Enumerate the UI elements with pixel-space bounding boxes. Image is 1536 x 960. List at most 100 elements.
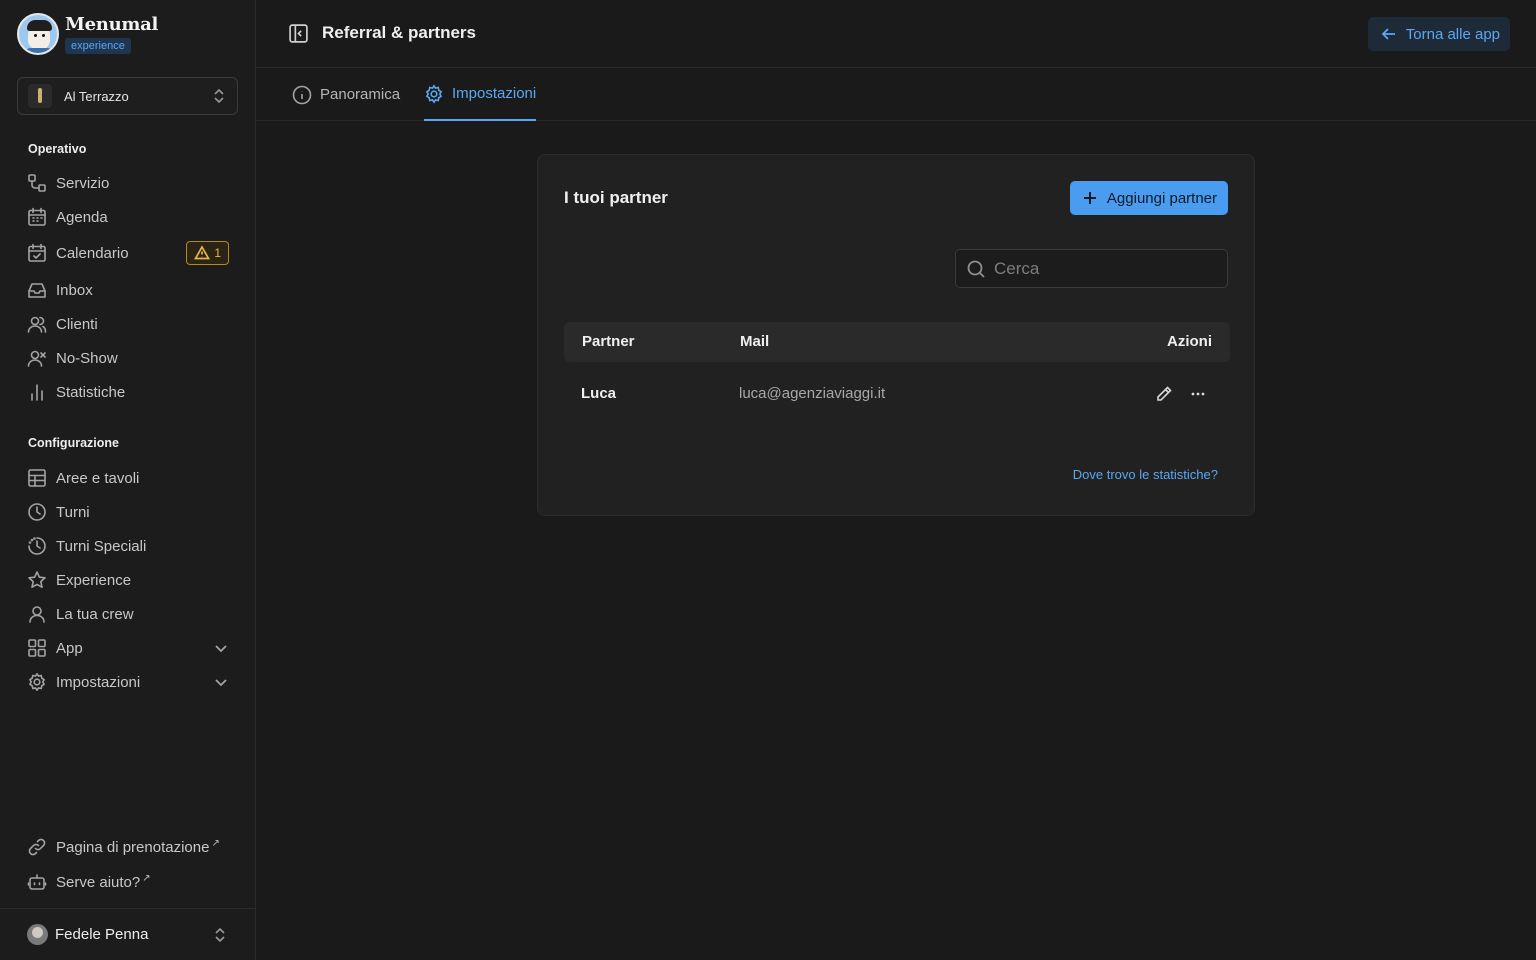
sidebar-item-serve-aiuto[interactable]: Serve aiuto? ↗ — [27, 867, 229, 897]
column-header-azioni: Azioni — [1167, 333, 1212, 350]
bar-chart-icon — [27, 382, 49, 402]
sidebar-item-label: Pagina di prenotazione — [56, 839, 210, 856]
venue-name: Al Terrazzo — [64, 88, 129, 104]
sidebar-item-la-tua-crew[interactable]: La tua crew — [27, 599, 229, 629]
sidebar-item-turni[interactable]: Turni — [27, 497, 229, 527]
link-icon — [27, 837, 49, 857]
sidebar-item-calendario[interactable]: Calendario 1 — [27, 238, 229, 268]
sidebar-item-no-show[interactable]: No-Show — [27, 343, 229, 373]
sidebar-item-servizio[interactable]: Servizio — [27, 168, 229, 198]
sidebar-item-label: La tua crew — [56, 605, 134, 623]
cell-partner: Luca — [581, 385, 617, 402]
table-icon — [27, 468, 49, 488]
card-title: I tuoi partner — [564, 188, 668, 207]
grid-icon — [27, 638, 49, 658]
user-x-icon — [27, 348, 49, 368]
service-icon — [27, 173, 49, 193]
sidebar-collapse-icon[interactable] — [288, 23, 309, 44]
sidebar-item-pagina-di-prenotazione[interactable]: Pagina di prenotazione ↗ — [27, 832, 229, 862]
sidebar-item-app[interactable]: App — [27, 633, 229, 663]
sidebar-item-label: Turni Speciali — [56, 537, 147, 555]
tab-panoramica[interactable]: Panoramica — [292, 68, 400, 121]
sidebar-item-label: Inbox — [56, 281, 93, 299]
inbox-icon — [27, 280, 49, 300]
user-name: Fedele Penna — [55, 926, 149, 943]
chevron-updown-icon — [212, 927, 228, 943]
tab-bar: Panoramica Impostazioni — [256, 68, 1536, 121]
plus-icon — [1081, 189, 1099, 207]
bot-icon — [27, 872, 49, 892]
cell-mail: luca@agenziaviaggi.it — [739, 385, 886, 402]
sidebar-item-label: Servizio — [56, 174, 110, 192]
top-bar: Referral & partners Torna alle app — [256, 0, 1536, 68]
brand-name: Menumal — [65, 14, 158, 35]
sidebar-item-label: Clienti — [56, 315, 98, 333]
stats-help-link[interactable]: Dove trovo le statistiche? — [1073, 467, 1218, 482]
search-box — [955, 249, 1228, 288]
gear-icon — [424, 83, 444, 104]
sidebar-item-label: App — [56, 639, 83, 657]
avatar — [27, 924, 48, 945]
brand[interactable]: Menumal experience — [17, 13, 158, 55]
external-link-icon: ↗ — [142, 873, 151, 884]
section-title-configurazione: Configurazione — [28, 436, 119, 450]
clock-icon — [27, 502, 49, 522]
external-link-icon: ↗ — [211, 838, 220, 849]
sidebar-item-statistiche[interactable]: Statistiche — [27, 377, 229, 407]
page-title: Referral & partners — [322, 23, 477, 42]
warning-count: 1 — [214, 246, 221, 260]
sidebar-item-label: Aree e tavoli — [56, 469, 140, 487]
search-input[interactable] — [994, 258, 1217, 279]
brand-badge: experience — [65, 38, 131, 54]
clock-dashed-icon — [27, 536, 49, 556]
back-to-apps-button[interactable]: Torna alle app — [1367, 17, 1510, 51]
sidebar-item-agenda[interactable]: Agenda — [27, 202, 229, 232]
add-partner-button[interactable]: Aggiungi partner — [1069, 181, 1228, 215]
warning-badge[interactable]: 1 — [186, 241, 229, 265]
chevron-down-icon[interactable] — [213, 640, 229, 656]
section-title-operativo: Operativo — [28, 142, 87, 156]
sidebar-item-label: Impostazioni — [56, 673, 141, 691]
arrow-left-icon — [1380, 25, 1398, 43]
warning-icon — [194, 245, 211, 261]
users-icon — [27, 314, 49, 334]
sidebar-item-label: Experience — [56, 571, 132, 589]
brand-logo — [17, 13, 59, 55]
sidebar-item-label: Turni — [56, 503, 90, 521]
partners-card: I tuoi partner Aggiungi partner Partner … — [537, 154, 1255, 516]
info-icon — [292, 85, 312, 105]
search-icon — [966, 259, 986, 279]
sidebar: Menumal experience Al Terrazzo Operativo… — [0, 0, 256, 960]
calendar-icon — [27, 207, 49, 227]
sidebar-item-label: No-Show — [56, 349, 118, 367]
star-icon — [27, 570, 49, 590]
table-row[interactable]: Luca luca@agenziaviaggi.it — [564, 373, 1230, 417]
venue-selector[interactable]: Al Terrazzo — [17, 77, 238, 115]
chevron-down-icon[interactable] — [213, 674, 229, 690]
sidebar-item-label: Statistiche — [56, 383, 126, 401]
tab-label: Panoramica — [320, 86, 401, 103]
venue-logo — [28, 84, 52, 108]
column-header-partner: Partner — [582, 333, 635, 350]
user-menu[interactable]: Fedele Penna — [0, 908, 255, 960]
add-partner-label: Aggiungi partner — [1106, 189, 1217, 207]
sidebar-item-aree-e-tavoli[interactable]: Aree e tavoli — [27, 463, 229, 493]
sidebar-item-impostazioni[interactable]: Impostazioni — [27, 667, 229, 697]
sidebar-item-inbox[interactable]: Inbox — [27, 275, 229, 305]
more-icon[interactable] — [1188, 384, 1208, 404]
sidebar-item-label: Serve aiuto? — [56, 874, 141, 891]
column-header-mail: Mail — [740, 333, 770, 350]
back-to-apps-label: Torna alle app — [1405, 25, 1500, 43]
tab-label: Impostazioni — [452, 85, 537, 102]
sidebar-item-label: Calendario — [56, 244, 129, 262]
calendar-check-icon — [27, 243, 49, 263]
gear-icon — [27, 672, 49, 692]
sidebar-item-clienti[interactable]: Clienti — [27, 309, 229, 339]
edit-icon[interactable] — [1154, 384, 1174, 404]
chevron-updown-icon — [211, 88, 227, 104]
sidebar-item-experience[interactable]: Experience — [27, 565, 229, 595]
table-header: Partner Mail Azioni — [564, 322, 1230, 362]
tab-impostazioni[interactable]: Impostazioni — [424, 68, 537, 121]
sidebar-item-turni-speciali[interactable]: Turni Speciali — [27, 531, 229, 561]
sidebar-item-label: Agenda — [56, 208, 108, 226]
